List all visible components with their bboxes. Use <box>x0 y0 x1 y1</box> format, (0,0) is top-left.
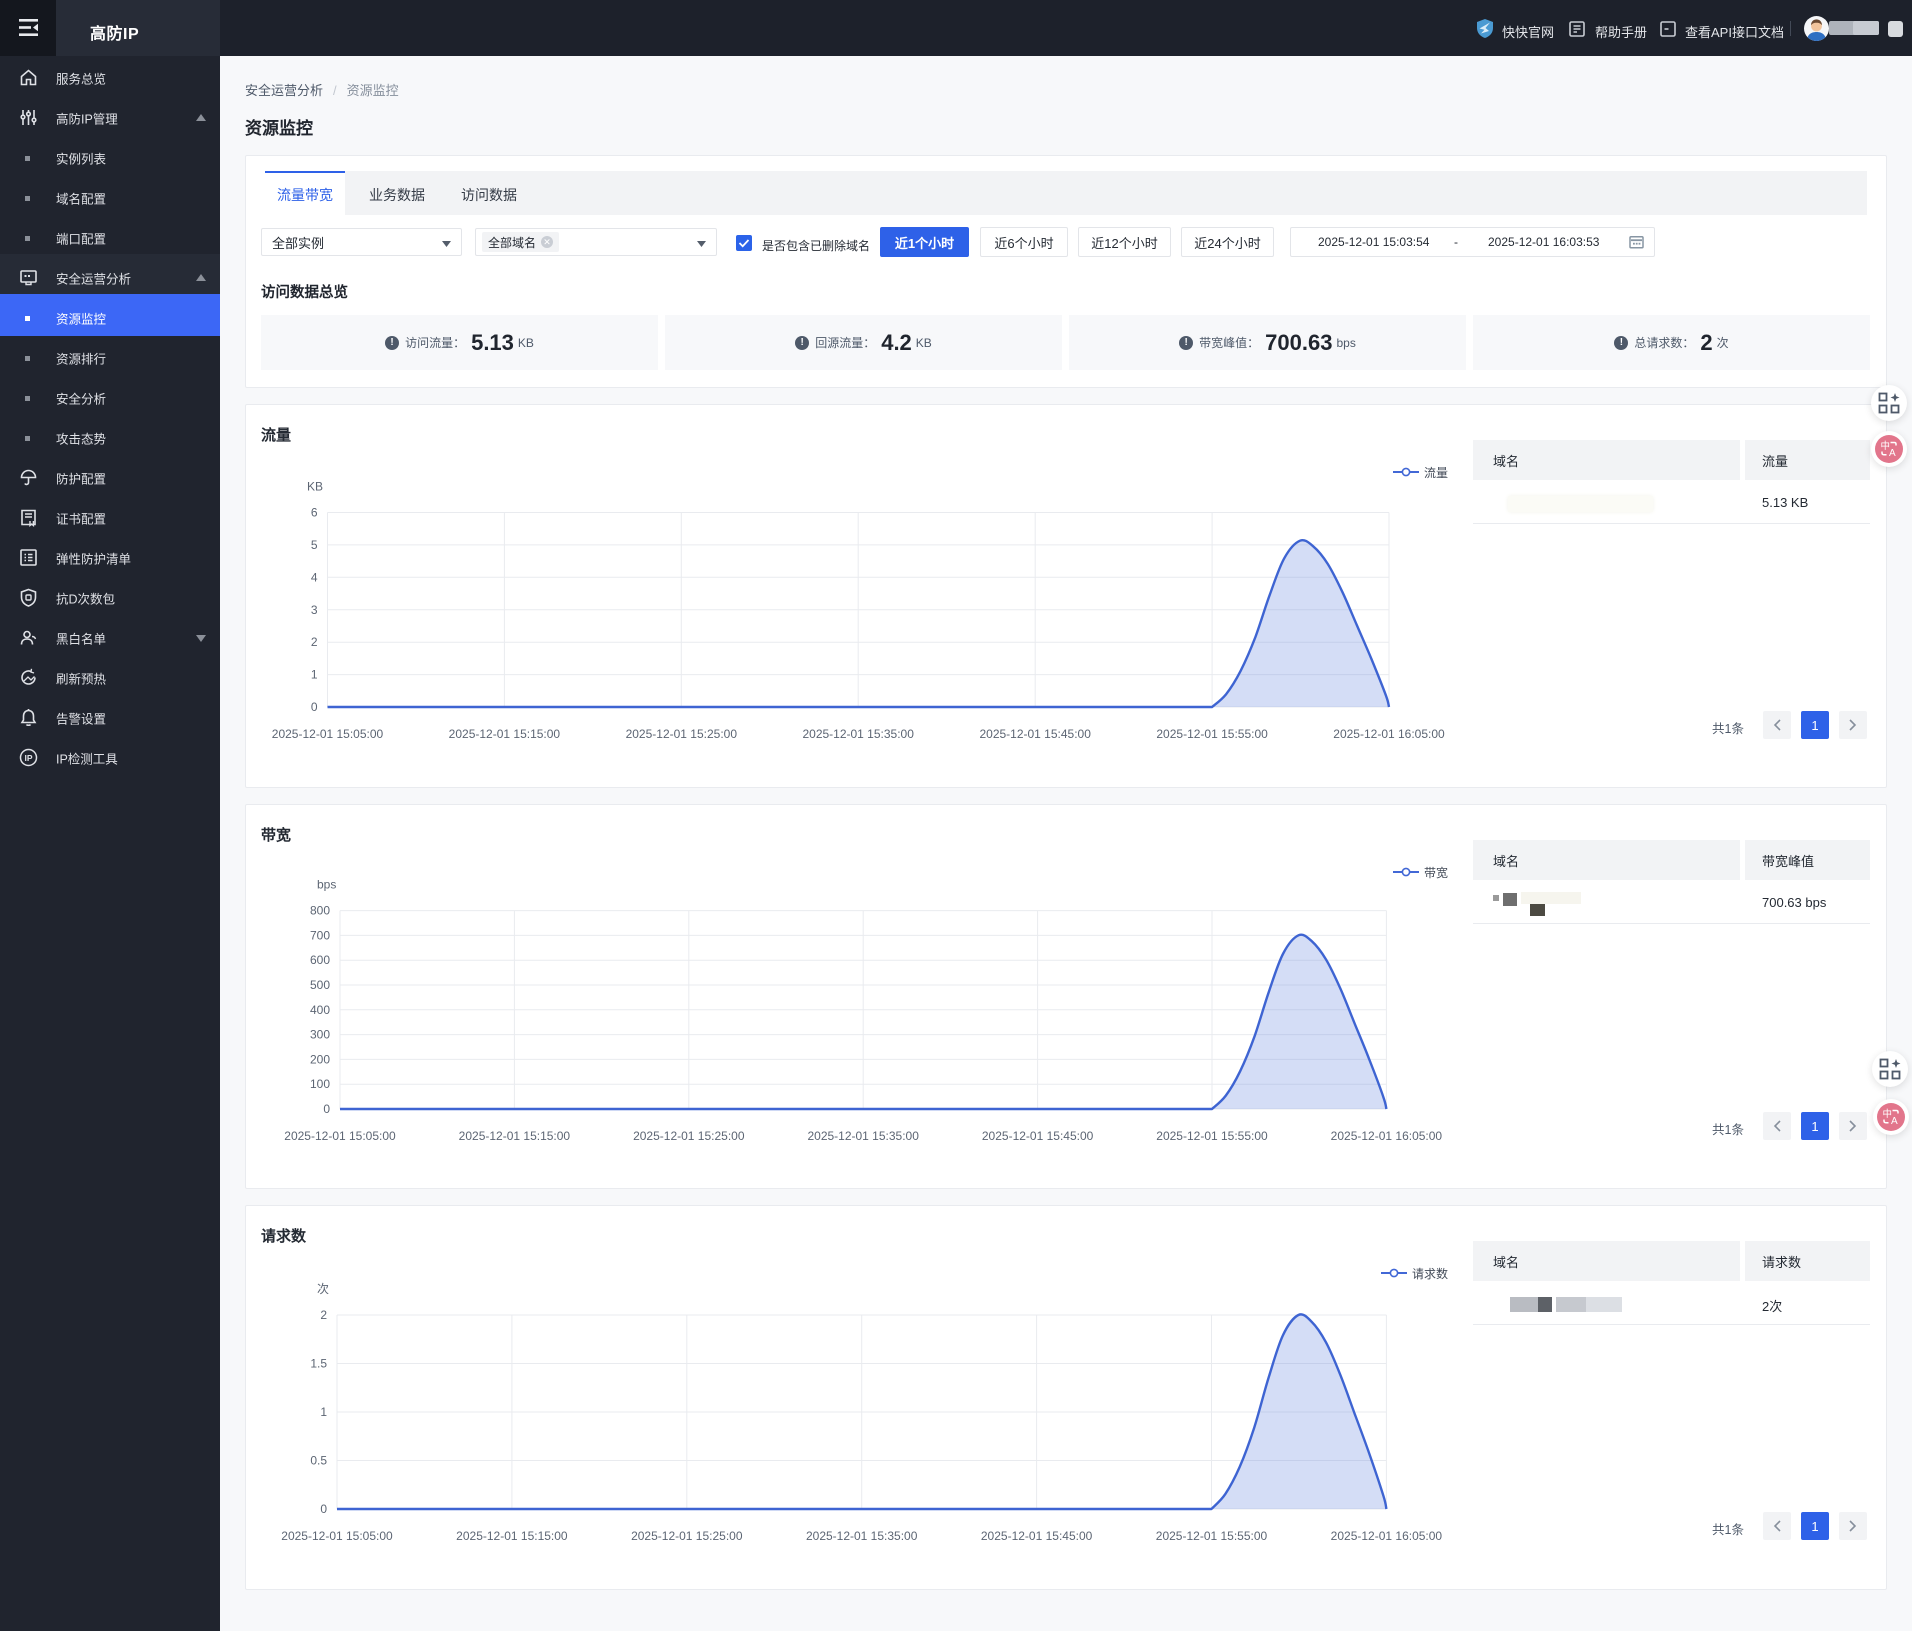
svg-text:2025-12-01 15:05:00: 2025-12-01 15:05:00 <box>272 727 384 741</box>
svg-text:800: 800 <box>310 904 330 918</box>
svg-text:2025-12-01 16:05:00: 2025-12-01 16:05:00 <box>1331 1129 1443 1143</box>
svg-text:5: 5 <box>311 538 318 552</box>
svg-text:0: 0 <box>311 700 318 714</box>
svg-text:2025-12-01 15:45:00: 2025-12-01 15:45:00 <box>982 1129 1094 1143</box>
svg-text:KB: KB <box>307 480 323 494</box>
svg-text:2: 2 <box>320 1308 327 1322</box>
svg-text:2025-12-01 15:05:00: 2025-12-01 15:05:00 <box>284 1129 396 1143</box>
svg-text:bps: bps <box>317 878 336 892</box>
svg-text:400: 400 <box>310 1003 330 1017</box>
svg-text:IP: IP <box>24 753 32 763</box>
svg-text:500: 500 <box>310 978 330 992</box>
svg-text:A: A <box>1889 448 1896 459</box>
svg-text:2025-12-01 15:35:00: 2025-12-01 15:35:00 <box>807 1129 919 1143</box>
svg-text:2: 2 <box>311 635 318 649</box>
svg-text:1.5: 1.5 <box>310 1357 327 1371</box>
svg-text:2025-12-01 15:55:00: 2025-12-01 15:55:00 <box>1156 727 1268 741</box>
svg-text:2025-12-01 15:45:00: 2025-12-01 15:45:00 <box>981 1529 1093 1543</box>
svg-text:2025-12-01 15:55:00: 2025-12-01 15:55:00 <box>1156 1529 1268 1543</box>
svg-text:200: 200 <box>310 1052 330 1066</box>
svg-text:2025-12-01 16:05:00: 2025-12-01 16:05:00 <box>1331 1529 1443 1543</box>
svg-text:2025-12-01 15:15:00: 2025-12-01 15:15:00 <box>449 727 561 741</box>
svg-text:300: 300 <box>310 1028 330 1042</box>
svg-text:2025-12-01 15:25:00: 2025-12-01 15:25:00 <box>631 1529 743 1543</box>
svg-text:2025-12-01 15:05:00: 2025-12-01 15:05:00 <box>281 1529 393 1543</box>
svg-text:2025-12-01 15:15:00: 2025-12-01 15:15:00 <box>459 1129 571 1143</box>
svg-text:4: 4 <box>311 570 318 584</box>
svg-text:2025-12-01 15:45:00: 2025-12-01 15:45:00 <box>979 727 1091 741</box>
svg-text:2025-12-01 15:25:00: 2025-12-01 15:25:00 <box>626 727 738 741</box>
svg-text:0: 0 <box>320 1502 327 1516</box>
svg-text:100: 100 <box>310 1077 330 1091</box>
svg-text:1: 1 <box>311 668 318 682</box>
svg-text:600: 600 <box>310 953 330 967</box>
svg-text:700: 700 <box>310 928 330 942</box>
svg-text:2025-12-01 15:35:00: 2025-12-01 15:35:00 <box>802 727 914 741</box>
svg-text:0: 0 <box>323 1102 330 1116</box>
svg-text:次: 次 <box>317 1282 329 1296</box>
svg-text:2025-12-01 15:35:00: 2025-12-01 15:35:00 <box>806 1529 918 1543</box>
svg-text:2025-12-01 15:15:00: 2025-12-01 15:15:00 <box>456 1529 568 1543</box>
svg-text:3: 3 <box>311 603 318 617</box>
svg-text:1: 1 <box>320 1405 327 1419</box>
svg-text:0.5: 0.5 <box>310 1454 327 1468</box>
svg-text:A: A <box>1891 1116 1898 1127</box>
svg-text:2025-12-01 15:55:00: 2025-12-01 15:55:00 <box>1156 1129 1268 1143</box>
svg-text:2025-12-01 16:05:00: 2025-12-01 16:05:00 <box>1333 727 1445 741</box>
svg-text:6: 6 <box>311 506 318 520</box>
svg-text:2025-12-01 15:25:00: 2025-12-01 15:25:00 <box>633 1129 745 1143</box>
